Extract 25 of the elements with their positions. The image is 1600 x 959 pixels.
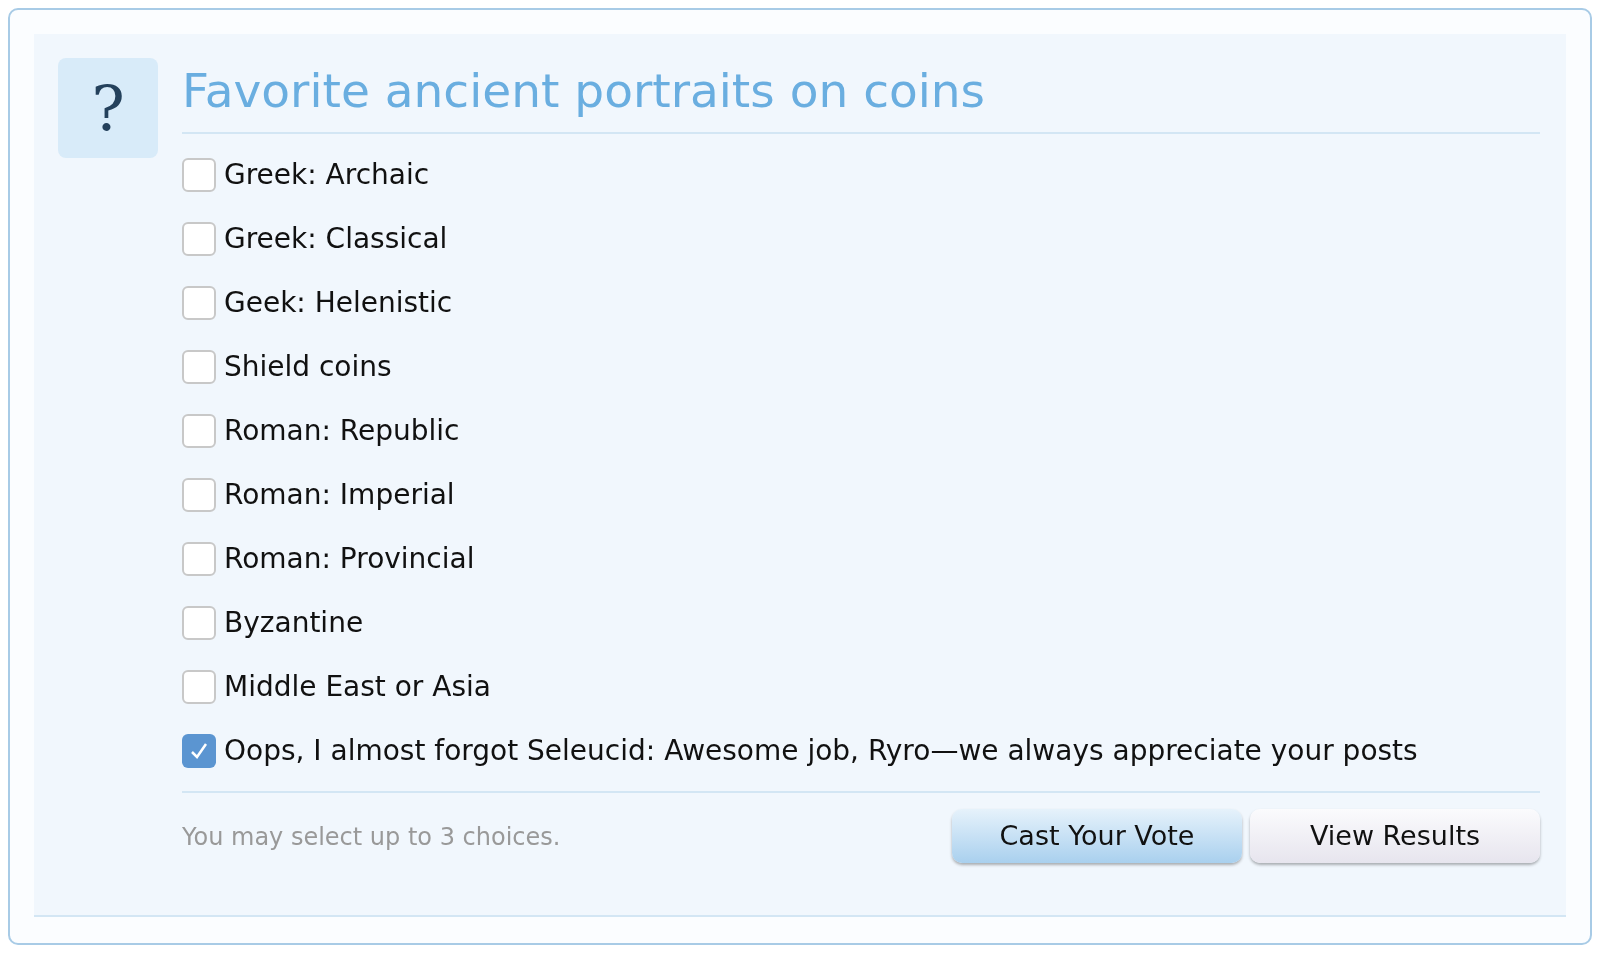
checkbox[interactable]: [182, 669, 216, 704]
option-label: Shield coins: [224, 348, 392, 385]
option-label: Geek: Helenistic: [224, 284, 453, 321]
checkbox[interactable]: [182, 605, 216, 640]
option-label: Greek: Classical: [224, 220, 448, 257]
checkbox[interactable]: [182, 349, 216, 384]
option-label: Byzantine: [224, 604, 364, 641]
choice-limit-hint: You may select up to 3 choices.: [182, 822, 561, 853]
checkbox[interactable]: [182, 413, 216, 448]
option-label: Greek: Archaic: [224, 156, 430, 193]
poll-title: Favorite ancient portraits on coins: [182, 58, 1540, 134]
option-label: Oops, I almost forgot Seleucid: Awesome job, Ryro—we always appreciate your posts: [224, 732, 1418, 769]
checkbox[interactable]: [182, 285, 216, 320]
poll-button[interactable]: View Results: [1250, 809, 1540, 863]
checkbox[interactable]: [182, 221, 216, 256]
checkbox[interactable]: [182, 157, 216, 192]
option-label: Roman: Provincial: [224, 540, 475, 577]
option-label: Roman: Imperial: [224, 476, 455, 513]
checkbox[interactable]: [182, 477, 216, 512]
poll-button[interactable]: Cast Your Vote: [952, 809, 1242, 863]
option-label: Middle East or Asia: [224, 668, 491, 705]
question-icon: ?: [58, 58, 158, 158]
checkbox[interactable]: [182, 541, 216, 576]
option-label: Roman: Republic: [224, 412, 460, 449]
checkbox[interactable]: [182, 733, 216, 768]
